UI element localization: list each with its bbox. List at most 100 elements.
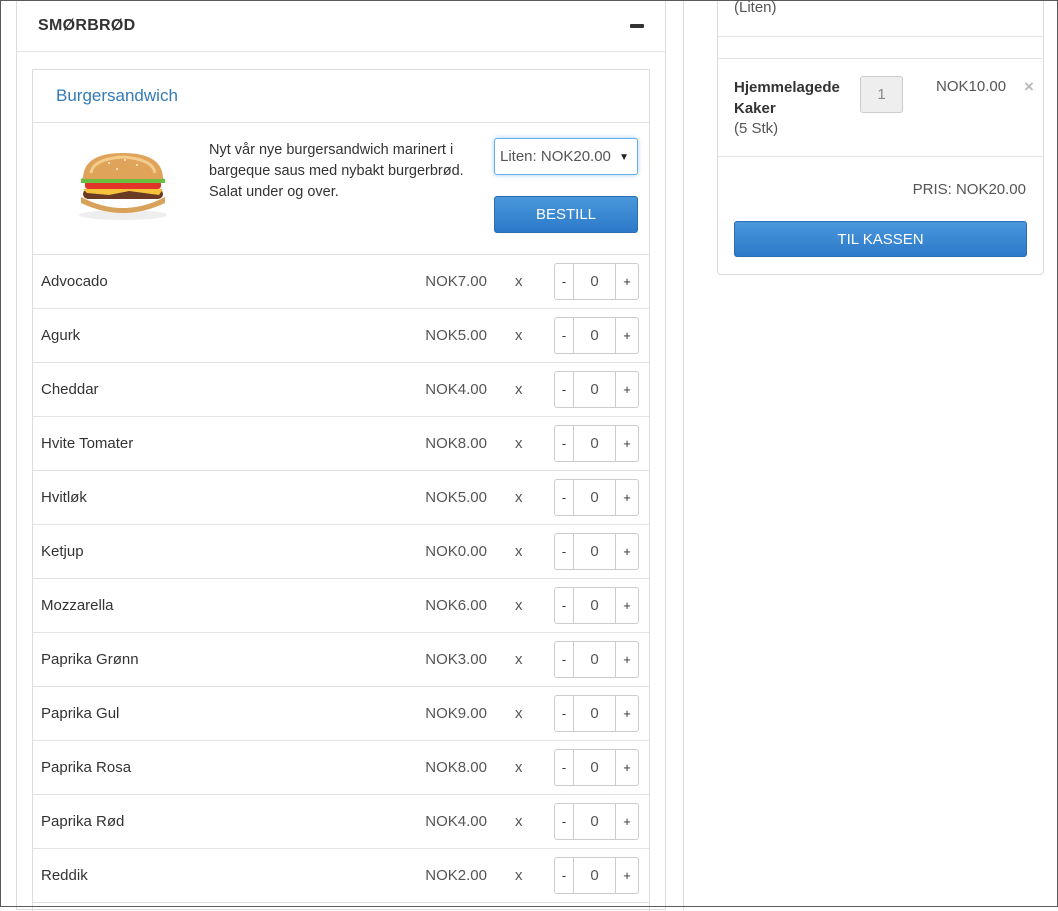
quantity-stepper: -0 + [554, 479, 639, 516]
quantity-input[interactable]: 0 [574, 695, 615, 732]
quantity-input[interactable]: 0 [574, 479, 615, 516]
order-button[interactable]: BESTILL [494, 196, 638, 233]
topping-row: Cheddar NOK4.00 x -0 + [33, 363, 649, 417]
quantity-stepper: -0 + [554, 695, 639, 732]
topping-name: Paprika Grønn [41, 651, 139, 668]
cart-item-price: NOK10.00 [936, 78, 1007, 95]
topping-row: Paprika Rød NOK4.00 x -0 + [33, 795, 649, 849]
decrement-button[interactable]: - [554, 533, 574, 570]
increment-button[interactable]: + [615, 317, 639, 354]
quantity-stepper: -0 + [554, 803, 639, 840]
decrement-button[interactable]: - [554, 317, 574, 354]
topping-price: NOK4.00 [425, 813, 487, 830]
times-label: x [515, 651, 523, 668]
toppings-list: Advocado NOK7.00 x -0 + Agurk NOK5.00 x -0 + Chedd… [33, 255, 649, 903]
times-label: x [515, 381, 523, 398]
increment-button[interactable]: + [615, 641, 639, 678]
quantity-stepper: -0 + [554, 641, 639, 678]
times-label: x [515, 597, 523, 614]
increment-button[interactable]: + [615, 803, 639, 840]
quantity-stepper: -0 + [554, 587, 639, 624]
increment-button[interactable]: + [615, 533, 639, 570]
size-select[interactable]: Liten: NOK20.00 ▼ [494, 138, 638, 175]
product-card: Burgersandwich Nyt vår nye burgersandwic… [32, 69, 650, 911]
quantity-input[interactable]: 0 [574, 371, 615, 408]
decrement-button[interactable]: - [554, 425, 574, 462]
quantity-input[interactable]: 0 [574, 533, 615, 570]
quantity-input[interactable]: 0 [574, 587, 615, 624]
quantity-input[interactable]: 0 [574, 749, 615, 786]
increment-button[interactable]: + [615, 695, 639, 732]
quantity-input[interactable]: 0 [574, 263, 615, 300]
decrement-button[interactable]: - [554, 803, 574, 840]
divider [718, 36, 1043, 37]
topping-row: Mozzarella NOK6.00 x -0 + [33, 579, 649, 633]
cart-panel: (Liten) Hjemmelagede Kaker (5 Stk) 1 NOK… [717, 0, 1044, 275]
remove-item-icon[interactable]: × [1024, 77, 1034, 97]
topping-price: NOK7.00 [425, 273, 487, 290]
topping-price: NOK6.00 [425, 597, 487, 614]
increment-button[interactable]: + [615, 425, 639, 462]
topping-price: NOK9.00 [425, 705, 487, 722]
topping-price: NOK0.00 [425, 543, 487, 560]
product-body: Nyt vår nye burgersandwich marinert i ba… [33, 123, 649, 255]
checkout-button[interactable]: TIL KASSEN [734, 221, 1027, 257]
cart-prev-item-size: (Liten) [734, 0, 777, 16]
times-label: x [515, 705, 523, 722]
size-select-value: Liten: NOK20.00 [500, 148, 611, 165]
topping-name: Paprika Rød [41, 813, 125, 830]
topping-name: Advocado [41, 273, 108, 290]
increment-button[interactable]: + [615, 371, 639, 408]
increment-button[interactable]: + [615, 749, 639, 786]
quantity-input[interactable]: 0 [574, 317, 615, 354]
topping-price: NOK5.00 [425, 489, 487, 506]
topping-name: Ketjup [41, 543, 84, 560]
topping-name: Hvitløk [41, 489, 87, 506]
quantity-input[interactable]: 0 [574, 641, 615, 678]
decrement-button[interactable]: - [554, 749, 574, 786]
times-label: x [515, 327, 523, 344]
increment-button[interactable]: + [615, 587, 639, 624]
times-label: x [515, 813, 523, 830]
topping-price: NOK8.00 [425, 435, 487, 452]
topping-row: Paprika Grønn NOK3.00 x -0 + [33, 633, 649, 687]
times-label: x [515, 489, 523, 506]
quantity-input[interactable]: 0 [574, 425, 615, 462]
times-label: x [515, 273, 523, 290]
topping-row: Paprika Gul NOK9.00 x -0 + [33, 687, 649, 741]
topping-row: Paprika Rosa NOK8.00 x -0 + [33, 741, 649, 795]
decrement-button[interactable]: - [554, 695, 574, 732]
burger-image [79, 153, 167, 220]
topping-name: Agurk [41, 327, 81, 344]
quantity-stepper: -0 + [554, 317, 639, 354]
decrement-button[interactable]: - [554, 641, 574, 678]
topping-price: NOK5.00 [425, 327, 487, 344]
topping-price: NOK8.00 [425, 759, 487, 776]
product-name[interactable]: Burgersandwich [56, 86, 178, 106]
decrement-button[interactable]: - [554, 479, 574, 516]
times-label: x [515, 759, 523, 776]
quantity-stepper: -0 + [554, 263, 639, 300]
topping-row: Agurk NOK5.00 x -0 + [33, 309, 649, 363]
increment-button[interactable]: + [615, 263, 639, 300]
quantity-stepper: -0 + [554, 371, 639, 408]
increment-button[interactable]: + [615, 857, 639, 894]
cart-item-size: (5 Stk) [734, 120, 779, 137]
decrement-button[interactable]: - [554, 857, 574, 894]
topping-row: Advocado NOK7.00 x -0 + [33, 255, 649, 309]
quantity-input[interactable]: 0 [574, 803, 615, 840]
decrement-button[interactable]: - [554, 371, 574, 408]
section-header[interactable]: SMØRBRØD [17, 0, 665, 52]
times-label: x [515, 867, 523, 884]
quantity-stepper: -0 + [554, 533, 639, 570]
quantity-stepper: -0 + [554, 749, 639, 786]
decrement-button[interactable]: - [554, 587, 574, 624]
topping-name: Paprika Gul [41, 705, 120, 722]
decrement-button[interactable]: - [554, 263, 574, 300]
topping-price: NOK2.00 [425, 867, 487, 884]
collapse-minus-icon[interactable] [630, 24, 644, 28]
quantity-input[interactable]: 0 [574, 857, 615, 894]
product-description: Nyt vår nye burgersandwich marinert i ba… [209, 142, 464, 200]
increment-button[interactable]: + [615, 479, 639, 516]
cart-item-qty-field[interactable]: 1 [860, 76, 903, 113]
